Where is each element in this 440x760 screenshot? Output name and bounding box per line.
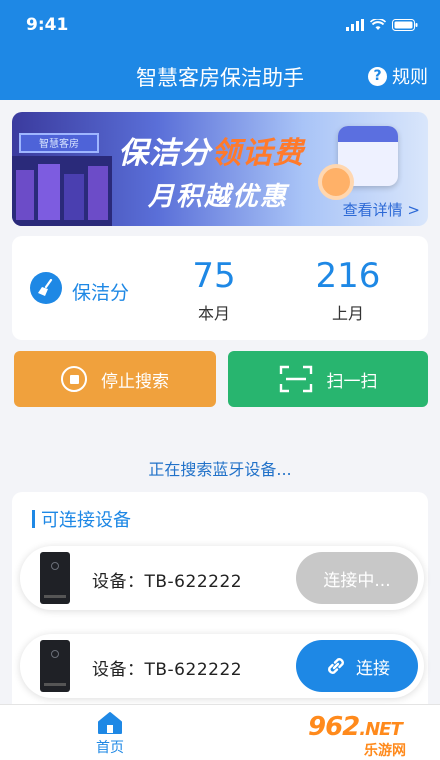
rules-label: 规则: [392, 67, 428, 88]
status-time: 9:41: [26, 15, 69, 35]
banner-headline: 保洁分领话费: [118, 128, 304, 172]
device-row: 设备：TB-622222 连接: [20, 634, 424, 698]
battery-icon: [392, 19, 418, 31]
device-row: 设备：TB-622222 连接中...: [20, 546, 424, 610]
title-accent-bar: [32, 510, 35, 528]
status-bar: 9:41: [26, 14, 418, 36]
device-name: 设备：TB-622222: [92, 660, 243, 680]
home-icon: [98, 712, 122, 734]
devices-panel-title: 可连接设备: [32, 506, 131, 532]
device-name: 设备：TB-622222: [92, 572, 243, 592]
search-status-text: 正在搜索蓝牙设备...: [148, 460, 292, 479]
link-icon: [328, 658, 344, 674]
storefront-sign: 智慧客房: [39, 137, 79, 150]
watermark-tld: .NET: [359, 719, 402, 740]
last-month-stat: 216 上月: [288, 256, 408, 324]
banner-headline-part2: 领话费: [211, 136, 304, 171]
tab-home-label: 首页: [96, 740, 124, 756]
this-month-label: 本月: [197, 304, 230, 323]
scan-label: 扫一扫: [326, 371, 378, 392]
last-month-label: 上月: [331, 304, 364, 323]
score-card: 保洁分 75 本月 216 上月: [12, 236, 428, 340]
connect-button[interactable]: 连接: [296, 640, 418, 692]
last-month-value: 216: [315, 256, 381, 296]
status-icons: [346, 19, 418, 31]
device-image: [40, 552, 70, 604]
wifi-icon: [370, 19, 386, 30]
broom-icon: [30, 272, 62, 304]
signal-icon: [346, 19, 364, 31]
connecting-button[interactable]: 连接中...: [296, 552, 418, 604]
scan-button[interactable]: 扫一扫: [228, 351, 428, 407]
stop-search-button[interactable]: 停止搜索: [14, 351, 216, 407]
tab-home[interactable]: 首页: [90, 711, 130, 757]
promo-banner[interactable]: 智慧客房 保洁分领话费 月积越优惠 查看详情 >: [12, 112, 428, 226]
banner-headline-part1: 保洁分: [118, 136, 211, 171]
device-image: [40, 640, 70, 692]
connect-label: 连接: [356, 658, 390, 679]
banner-details-link[interactable]: 查看详情 >: [343, 199, 420, 220]
watermark-logo: 962.NET 乐游网: [308, 712, 430, 759]
stop-icon: [61, 366, 87, 392]
this-month-stat: 75 本月: [154, 256, 274, 324]
watermark-brand-num: 962: [308, 712, 360, 742]
watermark-brand: 962.NET: [308, 712, 403, 742]
banner-subline: 月积越优惠: [148, 182, 289, 212]
question-circle-icon: ?: [368, 66, 387, 86]
app-header: 9:41 智慧客房保洁助手 ? 规则: [0, 0, 440, 100]
clock-icon: [318, 164, 354, 200]
storefront-illustration: 智慧客房: [12, 133, 112, 226]
rules-button[interactable]: ? 规则: [368, 63, 428, 89]
watermark-sub: 乐游网: [364, 743, 406, 759]
score-label: 保洁分: [72, 282, 130, 304]
this-month-value: 75: [192, 256, 236, 296]
devices-panel-title-text: 可连接设备: [41, 510, 131, 531]
scan-icon: [279, 365, 312, 393]
stop-search-label: 停止搜索: [101, 371, 169, 392]
